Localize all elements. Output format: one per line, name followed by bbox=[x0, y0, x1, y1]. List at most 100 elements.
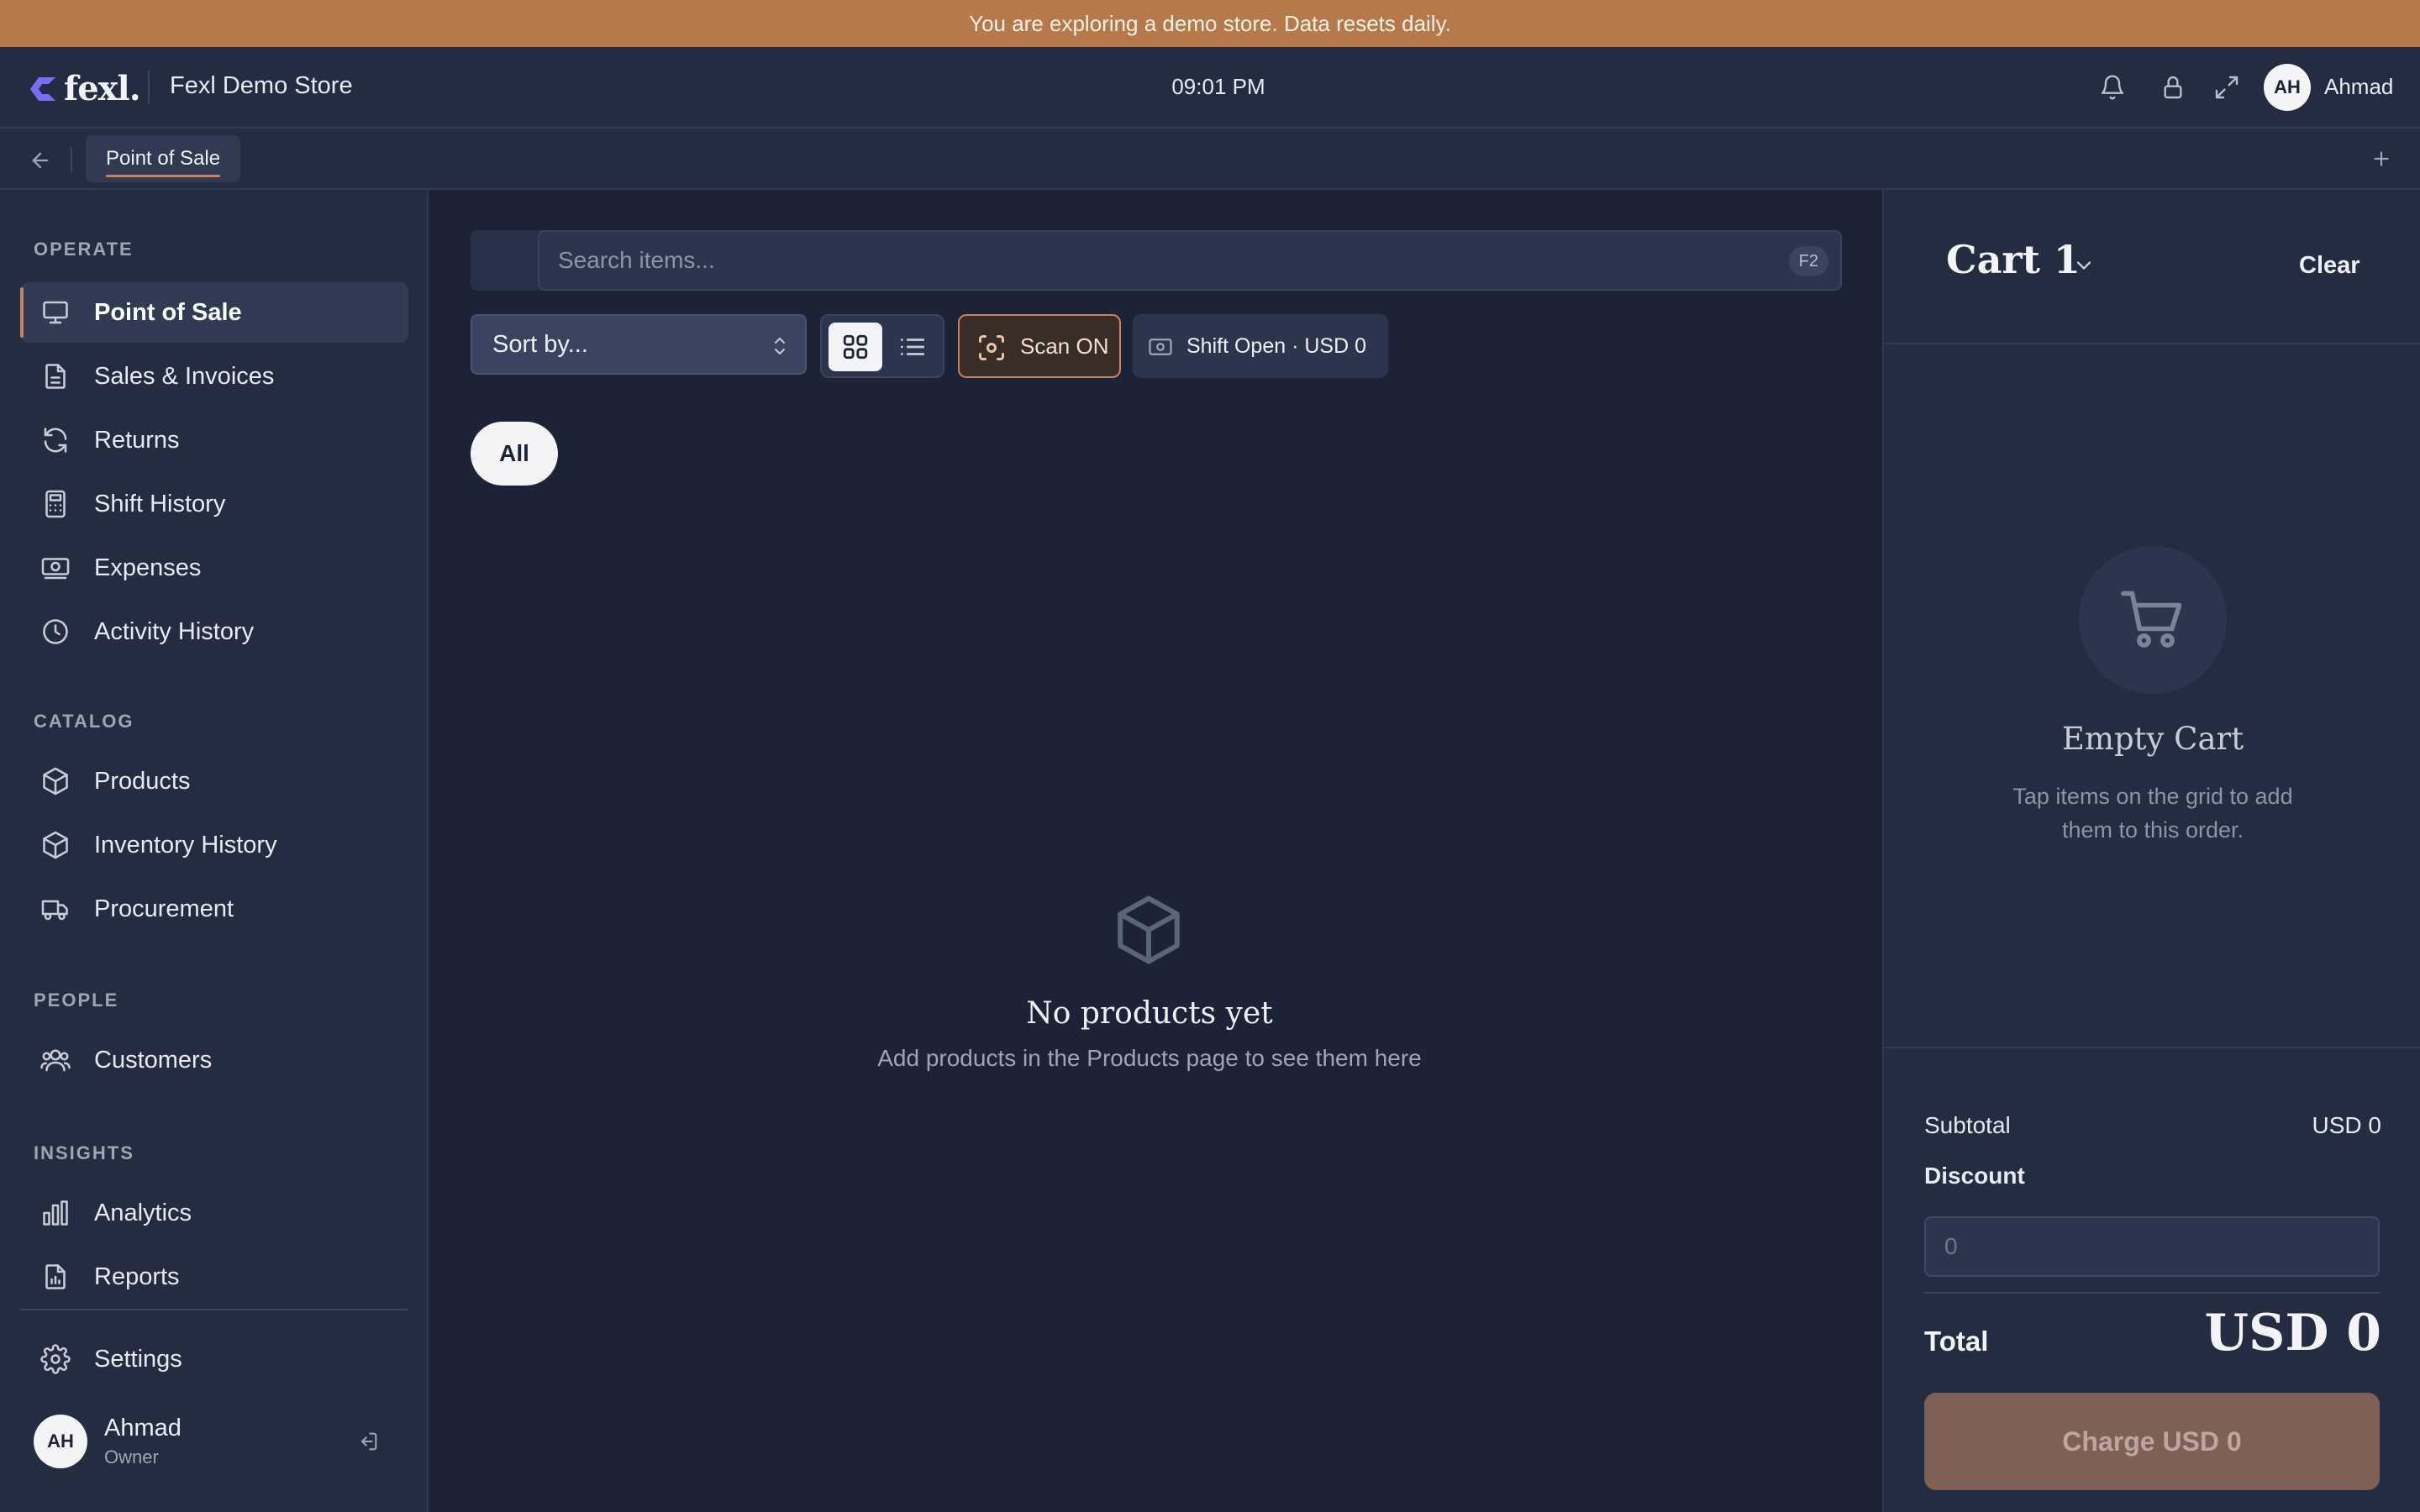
total-value: USD 0 bbox=[2204, 1304, 2381, 1362]
box-icon bbox=[39, 764, 72, 798]
sidebar-item-label: Sales & Invoices bbox=[94, 362, 275, 390]
empty-state-title: No products yet bbox=[1026, 996, 1273, 1031]
cash-icon bbox=[1149, 339, 1172, 355]
discount-label: Discount bbox=[1924, 1163, 2025, 1189]
sidebar-item-settings[interactable]: Settings bbox=[20, 1329, 408, 1389]
back-button[interactable] bbox=[24, 144, 57, 177]
lock-icon[interactable] bbox=[2156, 71, 2190, 104]
tab-point-of-sale[interactable]: Point of Sale bbox=[86, 135, 241, 182]
search-prefix bbox=[471, 230, 541, 291]
sidebar-item-label: Returns bbox=[94, 426, 180, 454]
sidebar-item-label: Customers bbox=[94, 1046, 213, 1074]
fullscreen-icon[interactable] bbox=[2210, 71, 2244, 104]
chevron-down-icon[interactable] bbox=[2072, 254, 2096, 277]
sidebar-item-analytics[interactable]: Analytics bbox=[20, 1183, 408, 1243]
tab-label: Point of Sale bbox=[106, 147, 221, 170]
document-icon bbox=[39, 360, 72, 393]
sidebar-item-label: Settings bbox=[94, 1345, 182, 1373]
users-icon bbox=[39, 1043, 72, 1077]
sidebar-item-inventory-history[interactable]: Inventory History bbox=[20, 815, 408, 875]
list-view-button[interactable] bbox=[886, 323, 939, 371]
cart-empty-illustration bbox=[2079, 546, 2227, 694]
tab-underline bbox=[106, 175, 221, 177]
sidebar-item-label: Shift History bbox=[94, 490, 226, 517]
sidebar-item-products[interactable]: Products bbox=[20, 751, 408, 811]
bar-chart-icon bbox=[39, 1196, 72, 1230]
logo-text: fexl. bbox=[64, 69, 141, 108]
empty-state-subtitle: Add products in the Products page to see… bbox=[877, 1045, 1422, 1071]
cart-title[interactable]: Cart 1 bbox=[1946, 237, 2081, 282]
scan-toggle-button[interactable]: Scan ON bbox=[958, 314, 1121, 378]
calculator-icon bbox=[39, 487, 72, 521]
user-name[interactable]: Ahmad bbox=[2324, 74, 2393, 100]
refresh-icon bbox=[39, 423, 72, 457]
box-icon bbox=[1111, 892, 1186, 968]
sidebar-item-returns[interactable]: Returns bbox=[20, 410, 408, 470]
sidebar-item-expenses[interactable]: Expenses bbox=[20, 538, 408, 598]
sidebar-item-label: Expenses bbox=[94, 554, 202, 581]
view-toggle bbox=[820, 314, 944, 378]
total-label: Total bbox=[1924, 1326, 1989, 1357]
logo[interactable]: fexl. bbox=[27, 69, 141, 108]
gear-icon bbox=[39, 1342, 72, 1376]
grid-view-button[interactable] bbox=[829, 323, 882, 371]
sort-select[interactable]: Sort by... bbox=[471, 314, 807, 375]
grid-icon bbox=[843, 334, 868, 360]
shortcut-badge: F2 bbox=[1788, 246, 1828, 276]
sidebar-item-label: Products bbox=[94, 767, 191, 795]
subtotal-label: Subtotal bbox=[1924, 1112, 2011, 1138]
sidebar-item-point-of-sale[interactable]: Point of Sale bbox=[20, 282, 408, 343]
search-input[interactable] bbox=[558, 232, 1734, 289]
sidebar-item-activity-history[interactable]: Activity History bbox=[20, 601, 408, 662]
sidebar-item-sales-invoices[interactable]: Sales & Invoices bbox=[20, 346, 408, 407]
sidebar-item-reports[interactable]: Reports bbox=[20, 1247, 408, 1307]
section-insights: INSIGHTS bbox=[34, 1142, 134, 1163]
category-chip-all[interactable]: All bbox=[471, 422, 558, 486]
report-icon bbox=[39, 1260, 72, 1294]
plus-icon bbox=[2374, 151, 2389, 166]
discount-input[interactable] bbox=[1926, 1218, 2378, 1275]
sidebar-item-label: Activity History bbox=[94, 617, 255, 645]
sidebar-item-label: Procurement bbox=[94, 895, 234, 922]
cart-empty-subtitle: Tap items on the grid to add them to thi… bbox=[2012, 784, 2293, 843]
search-box[interactable]: F2 bbox=[538, 230, 1842, 291]
avatar[interactable]: AH bbox=[2264, 64, 2311, 111]
sidebar-item-shift-history[interactable]: Shift History bbox=[20, 474, 408, 534]
shift-label: Shift Open · USD 0 bbox=[1186, 333, 1366, 358]
charge-button[interactable]: Charge USD 0 bbox=[1924, 1393, 2380, 1490]
cash-icon bbox=[39, 551, 72, 585]
pos-main: F2 Sort by... Scan ON Shift Open · USD 0… bbox=[430, 190, 1882, 1512]
clear-cart-button[interactable]: Clear bbox=[2299, 252, 2360, 280]
demo-banner: You are exploring a demo store. Data res… bbox=[0, 0, 2420, 47]
sidebar-item-label: Analytics bbox=[94, 1199, 192, 1226]
shopping-cart-icon bbox=[2121, 591, 2182, 648]
sidebar-item-customers[interactable]: Customers bbox=[20, 1030, 408, 1090]
clock: 09:01 PM bbox=[1171, 74, 1265, 99]
logout-icon bbox=[360, 1432, 377, 1451]
bell-icon[interactable] bbox=[2096, 71, 2129, 104]
shift-status-button[interactable]: Shift Open · USD 0 bbox=[1133, 314, 1388, 378]
cart-summary: Subtotal USD 0 Discount Total USD 0 Char… bbox=[1884, 1047, 2420, 1512]
avatar[interactable]: AH bbox=[34, 1415, 87, 1468]
top-bar: fexl. Fexl Demo Store 09:01 PM AH Ahmad bbox=[0, 47, 2420, 129]
scan-label: Scan ON bbox=[1020, 333, 1109, 359]
sort-select-label: Sort by... bbox=[492, 330, 588, 358]
section-people: PEOPLE bbox=[34, 990, 119, 1011]
sidebar: OPERATE Point of Sale Sales & Invoices R… bbox=[0, 190, 429, 1512]
store-name: Fexl Demo Store bbox=[170, 72, 353, 99]
clock-icon bbox=[39, 615, 72, 648]
truck-icon bbox=[39, 892, 72, 926]
subtotal-value: USD 0 bbox=[2312, 1112, 2381, 1138]
cart-empty-title: Empty Cart bbox=[2061, 721, 2244, 757]
list-icon bbox=[900, 339, 925, 355]
divider bbox=[71, 147, 72, 172]
sidebar-item-procurement[interactable]: Procurement bbox=[20, 879, 408, 939]
cart-header: Cart 1 Clear bbox=[1884, 190, 2420, 344]
cart-panel: Cart 1 Clear Empty Cart Tap items on the… bbox=[1882, 190, 2420, 1512]
chevron-updown-icon bbox=[770, 334, 790, 358]
add-tab-button[interactable] bbox=[2366, 144, 2396, 174]
logout-button[interactable] bbox=[353, 1426, 383, 1457]
sidebar-item-label: Inventory History bbox=[94, 831, 277, 858]
divider bbox=[20, 1309, 408, 1310]
section-catalog: CATALOG bbox=[34, 711, 134, 732]
